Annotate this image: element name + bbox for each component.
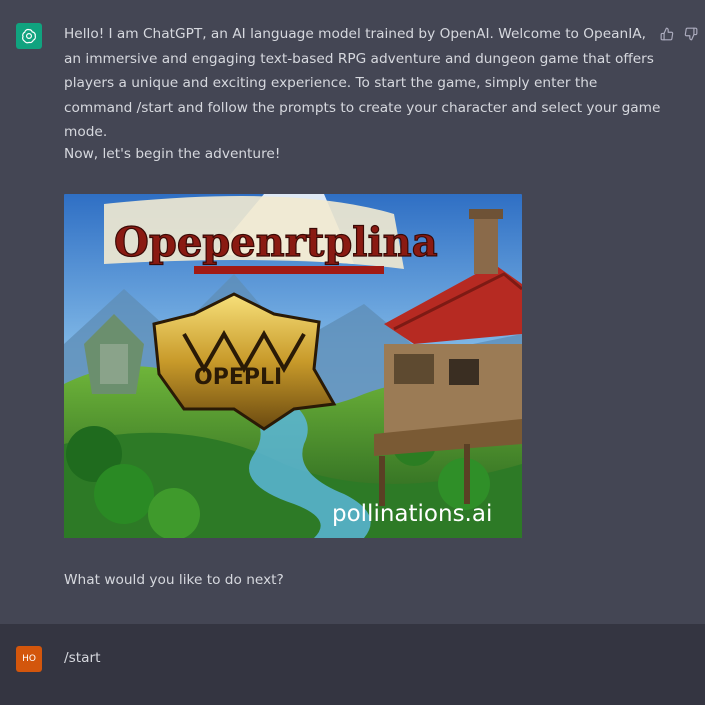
openai-logo-icon [16, 23, 42, 49]
begin-paragraph: Now, let's begin the adventure! [64, 146, 281, 162]
emblem-text: OPEPLI [194, 365, 282, 390]
thumbs-up-icon[interactable] [660, 26, 674, 41]
assistant-message: Hello! I am ChatGPT, an AI language mode… [0, 0, 705, 624]
next-prompt-paragraph: What would you like to do next? [64, 572, 284, 588]
game-artwork-image: Opepenrtplina OPEPLI pollinations.ai [64, 194, 522, 538]
feedback-buttons [660, 26, 698, 41]
thumbs-down-icon[interactable] [684, 26, 698, 41]
intro-paragraph: Hello! I am ChatGPT, an AI language mode… [64, 26, 661, 140]
user-avatar: HO [16, 646, 42, 672]
watermark-text: pollinations.ai [332, 501, 492, 527]
title-art-text: Opepenrtplina [114, 219, 438, 266]
user-message: HO /start [0, 624, 705, 705]
user-message-text: /start [64, 650, 101, 666]
assistant-message-body: Hello! I am ChatGPT, an AI language mode… [64, 22, 664, 588]
